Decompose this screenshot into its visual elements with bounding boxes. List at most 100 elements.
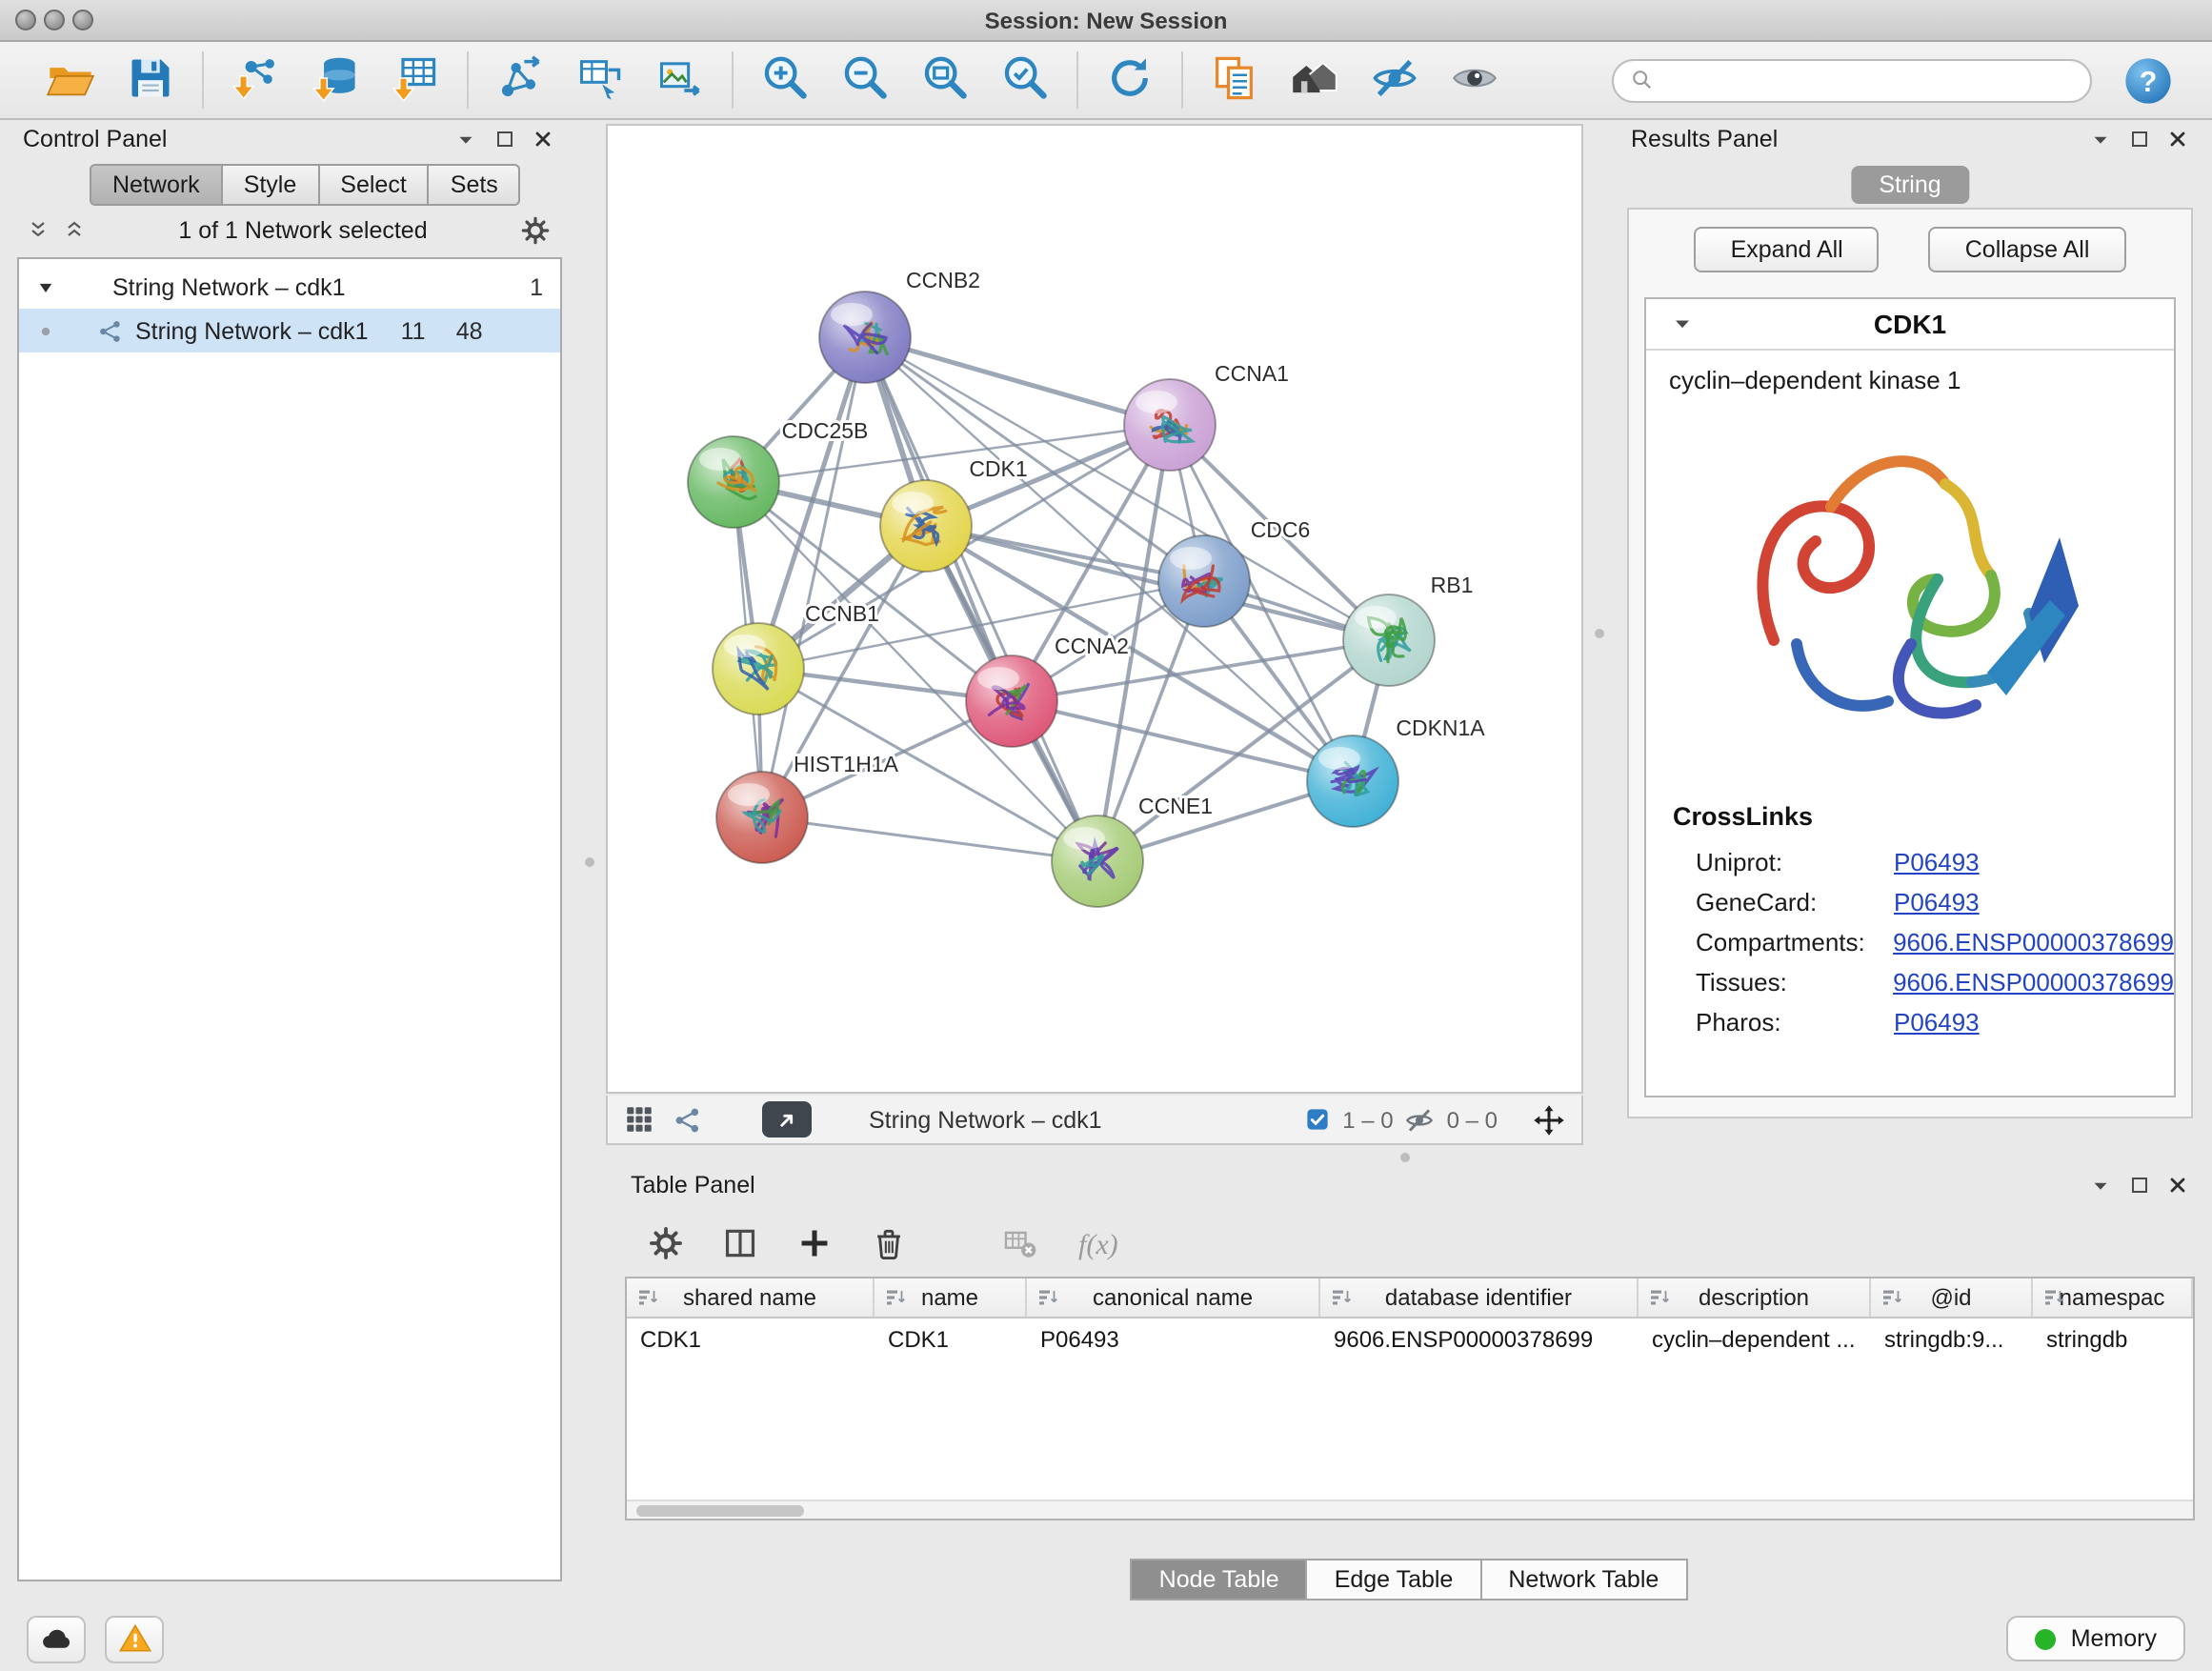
node-CCNA1[interactable]: [1124, 379, 1216, 471]
crosslink-value-link[interactable]: 9606.ENSP00000378699: [1893, 968, 2174, 997]
warnings-button[interactable]: [105, 1615, 164, 1662]
help-button[interactable]: ?: [2122, 54, 2174, 106]
edge-CCNB2-CCNA1[interactable]: [865, 337, 1170, 425]
zoom-out-button[interactable]: [836, 51, 894, 109]
scrollbar-thumb[interactable]: [636, 1505, 804, 1517]
zoom-window-button[interactable]: [72, 10, 93, 30]
chevron-down-icon[interactable]: [2088, 1173, 2113, 1198]
table-row[interactable]: CDK1CDK1P064939606.ENSP00000378699cyclin…: [627, 1319, 2193, 1360]
gear-icon[interactable]: [520, 214, 551, 245]
add-column-icon[interactable]: [796, 1225, 833, 1261]
column-header-shared-name[interactable]: shared name: [627, 1278, 875, 1317]
import-network-from-database-button[interactable]: [307, 51, 364, 109]
tab-sets[interactable]: Sets: [428, 164, 521, 206]
function-builder-icon[interactable]: f(x): [1076, 1220, 1122, 1266]
network-graph[interactable]: CCNB2CCNA1CDC25BCDK1CDC6RB1CCNB1CCNA2CDK…: [608, 126, 1585, 1096]
close-window-button[interactable]: [15, 10, 36, 30]
tab-network-table[interactable]: Network Table: [1479, 1559, 1687, 1601]
right-splitter-handle[interactable]: [1595, 629, 1604, 638]
node-CDC6[interactable]: [1158, 535, 1250, 627]
show-all-button[interactable]: [1446, 51, 1503, 109]
node-CDKN1A[interactable]: [1307, 735, 1398, 827]
delete-column-icon[interactable]: [871, 1225, 907, 1261]
new-network-from-selection-button[interactable]: [572, 51, 629, 109]
table-cell[interactable]: stringdb: [2033, 1319, 2193, 1360]
table-cell[interactable]: 9606.ENSP00000378699: [1320, 1319, 1639, 1360]
crosslink-value-link[interactable]: P06493: [1894, 848, 1980, 876]
node-CDK1[interactable]: [880, 480, 972, 572]
node-CCNB2[interactable]: [819, 292, 911, 383]
tab-network[interactable]: Network: [90, 164, 223, 206]
network-overview-icon[interactable]: [673, 1104, 703, 1135]
import-network-from-file-button[interactable]: [227, 51, 284, 109]
minimize-window-button[interactable]: [44, 10, 65, 30]
node-CDC25B[interactable]: [688, 436, 779, 528]
close-icon[interactable]: [532, 128, 554, 151]
disclosure-triangle-icon[interactable]: [36, 277, 55, 296]
search-input[interactable]: [1665, 67, 2075, 93]
export-image-button[interactable]: [652, 51, 709, 109]
collapse-all-button[interactable]: Collapse All: [1929, 227, 2126, 272]
column-header-description[interactable]: description: [1639, 1278, 1871, 1317]
import-table-button[interactable]: [387, 51, 444, 109]
save-session-button[interactable]: [122, 51, 179, 109]
left-splitter-handle[interactable]: [585, 857, 594, 867]
table-cell[interactable]: P06493: [1027, 1319, 1320, 1360]
zoom-selected-button[interactable]: [996, 51, 1054, 109]
column-header-namespac[interactable]: namespac: [2033, 1278, 2193, 1317]
column-header-canonical-name[interactable]: canonical name: [1027, 1278, 1320, 1317]
table-cell[interactable]: stringdb:9...: [1871, 1319, 2033, 1360]
export-network-button[interactable]: [762, 1101, 812, 1137]
delete-table-icon[interactable]: [1002, 1225, 1038, 1261]
zoom-fit-button[interactable]: [916, 51, 974, 109]
collapse-all-networks-icon[interactable]: [63, 218, 86, 241]
expand-all-networks-icon[interactable]: [27, 218, 50, 241]
close-icon[interactable]: [2166, 1174, 2189, 1197]
crosslink-value-link[interactable]: P06493: [1894, 1008, 1980, 1037]
column-header-database-identifier[interactable]: database identifier: [1320, 1278, 1639, 1317]
network-row[interactable]: String Network – cdk1 11 48: [19, 309, 560, 352]
edge-HIST1H1A-CCNE1[interactable]: [762, 817, 1097, 861]
tab-node-table[interactable]: Node Table: [1131, 1559, 1308, 1601]
float-window-icon[interactable]: [2128, 128, 2151, 151]
close-icon[interactable]: [2166, 128, 2189, 151]
node-CCNB1[interactable]: [713, 623, 804, 715]
pan-mode-icon[interactable]: [1532, 1102, 1566, 1137]
node-CCNE1[interactable]: [1052, 815, 1143, 907]
search-field[interactable]: [1612, 58, 2092, 102]
table-cell[interactable]: CDK1: [875, 1319, 1027, 1360]
chevron-down-icon[interactable]: [453, 127, 478, 151]
chevron-down-icon[interactable]: [2088, 127, 2113, 151]
open-session-button[interactable]: [42, 51, 99, 109]
tab-edge-table[interactable]: Edge Table: [1306, 1559, 1482, 1601]
hidden-eye-icon[interactable]: [1405, 1104, 1436, 1135]
string-tab-badge[interactable]: String: [1850, 166, 1969, 204]
network-canvas[interactable]: CCNB2CCNA1CDC25BCDK1CDC6RB1CCNB1CCNA2CDK…: [606, 124, 1583, 1094]
column-header-name[interactable]: name: [875, 1278, 1027, 1317]
edge-CCNB2-HIST1H1A[interactable]: [762, 337, 865, 817]
tab-style[interactable]: Style: [221, 164, 320, 206]
horizontal-scrollbar[interactable]: [627, 1500, 2193, 1519]
node-HIST1H1A[interactable]: [716, 772, 808, 863]
selected-checkbox-icon[interactable]: [1302, 1105, 1331, 1134]
show-columns-icon[interactable]: [722, 1225, 758, 1261]
edge-CCNB2-CCNE1[interactable]: [865, 337, 1097, 861]
cloud-button[interactable]: [27, 1615, 86, 1662]
expand-all-button[interactable]: Expand All: [1695, 227, 1880, 272]
birdseye-grid-icon[interactable]: [623, 1103, 655, 1136]
crosslink-value-link[interactable]: P06493: [1894, 888, 1980, 916]
home-button[interactable]: [1286, 51, 1343, 109]
column-header--id[interactable]: @id: [1871, 1278, 2033, 1317]
tab-select[interactable]: Select: [317, 164, 430, 206]
bottom-splitter-handle[interactable]: [1400, 1153, 1410, 1162]
table-cell[interactable]: CDK1: [627, 1319, 875, 1360]
float-window-icon[interactable]: [493, 128, 516, 151]
crosslink-value-link[interactable]: 9606.ENSP00000378699: [1893, 928, 2174, 956]
collapse-entry-icon[interactable]: [1669, 311, 1696, 337]
node-CCNA2[interactable]: [966, 655, 1057, 747]
new-network-button[interactable]: [492, 51, 549, 109]
copy-document-button[interactable]: [1206, 51, 1263, 109]
gene-card-header[interactable]: CDK1: [1646, 299, 2174, 351]
network-collection-row[interactable]: String Network – cdk1 1: [19, 265, 560, 309]
node-RB1[interactable]: [1343, 594, 1435, 686]
